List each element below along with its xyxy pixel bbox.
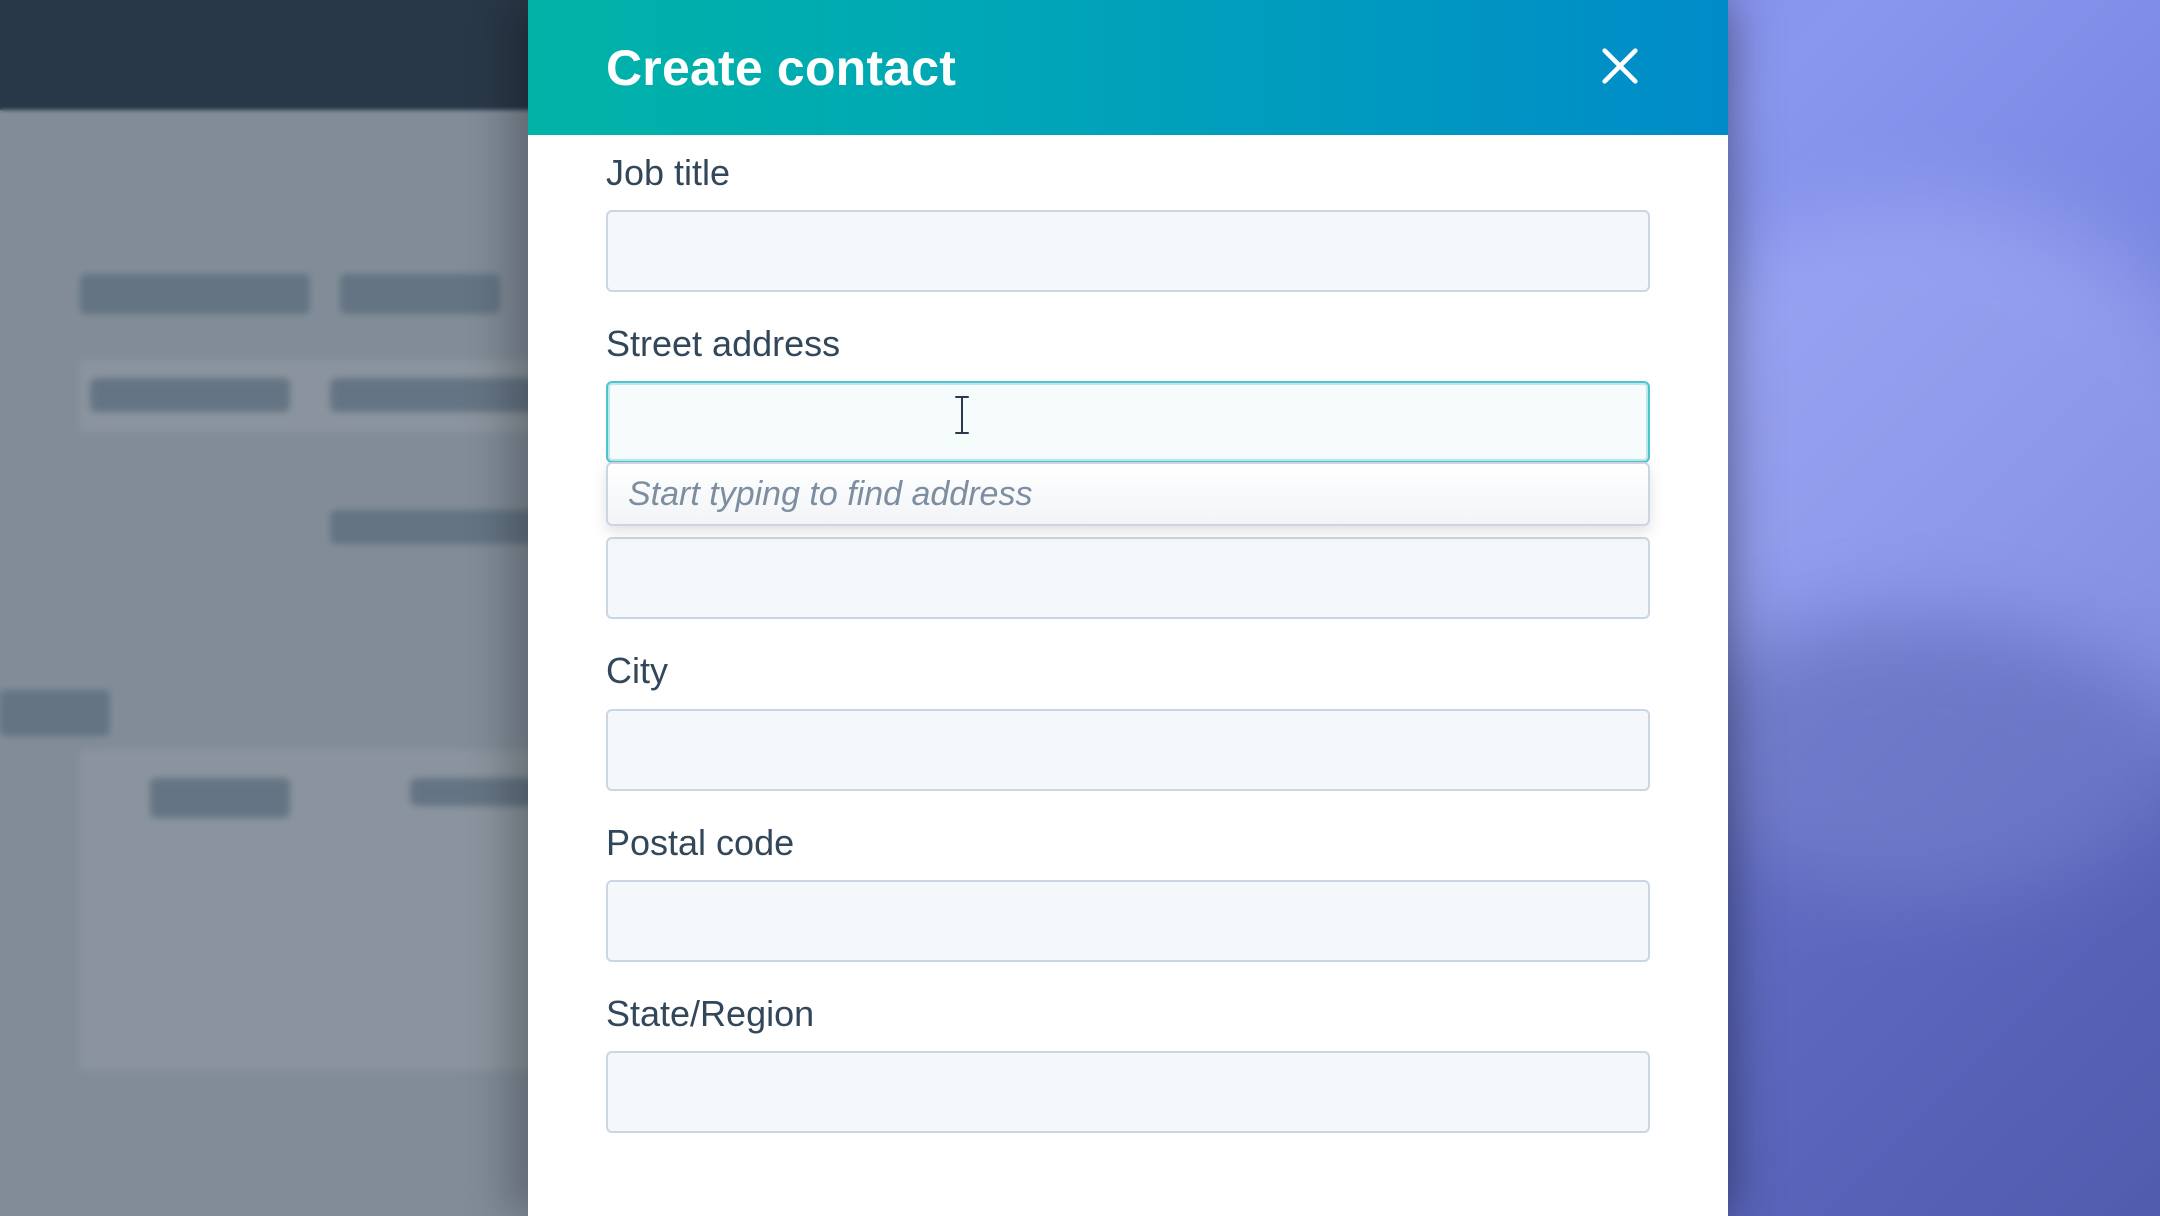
panel-header: Create contact bbox=[528, 0, 1728, 135]
input-country-region[interactable] bbox=[606, 537, 1650, 619]
label-postal-code: Postal code bbox=[606, 821, 1650, 864]
field-street-address: Street address Start typing to find addr… bbox=[606, 322, 1650, 463]
create-contact-panel: Create contact Job title Street address bbox=[528, 0, 1728, 1216]
address-autocomplete-dropdown[interactable]: Start typing to find address bbox=[606, 462, 1650, 526]
panel-title: Create contact bbox=[606, 39, 956, 97]
input-city[interactable] bbox=[606, 709, 1650, 791]
input-state-region[interactable] bbox=[606, 1051, 1650, 1133]
field-state-region: State/Region bbox=[606, 992, 1650, 1133]
label-street-address: Street address bbox=[606, 322, 1650, 365]
input-postal-code[interactable] bbox=[606, 880, 1650, 962]
field-postal-code: Postal code bbox=[606, 821, 1650, 962]
panel-body: Job title Street address Start typing to… bbox=[528, 135, 1728, 1216]
label-city: City bbox=[606, 649, 1650, 692]
input-job-title[interactable] bbox=[606, 210, 1650, 292]
label-state-region: State/Region bbox=[606, 992, 1650, 1035]
contact-form: Job title Street address Start typing to… bbox=[606, 151, 1650, 1133]
field-city: City bbox=[606, 649, 1650, 790]
close-button[interactable] bbox=[1590, 38, 1650, 98]
label-job-title: Job title bbox=[606, 151, 1650, 194]
close-icon bbox=[1597, 43, 1643, 92]
address-autocomplete-hint: Start typing to find address bbox=[628, 475, 1032, 514]
field-country-region: Country/Region bbox=[606, 537, 1650, 619]
field-job-title: Job title bbox=[606, 151, 1650, 292]
input-street-address[interactable] bbox=[606, 381, 1650, 463]
